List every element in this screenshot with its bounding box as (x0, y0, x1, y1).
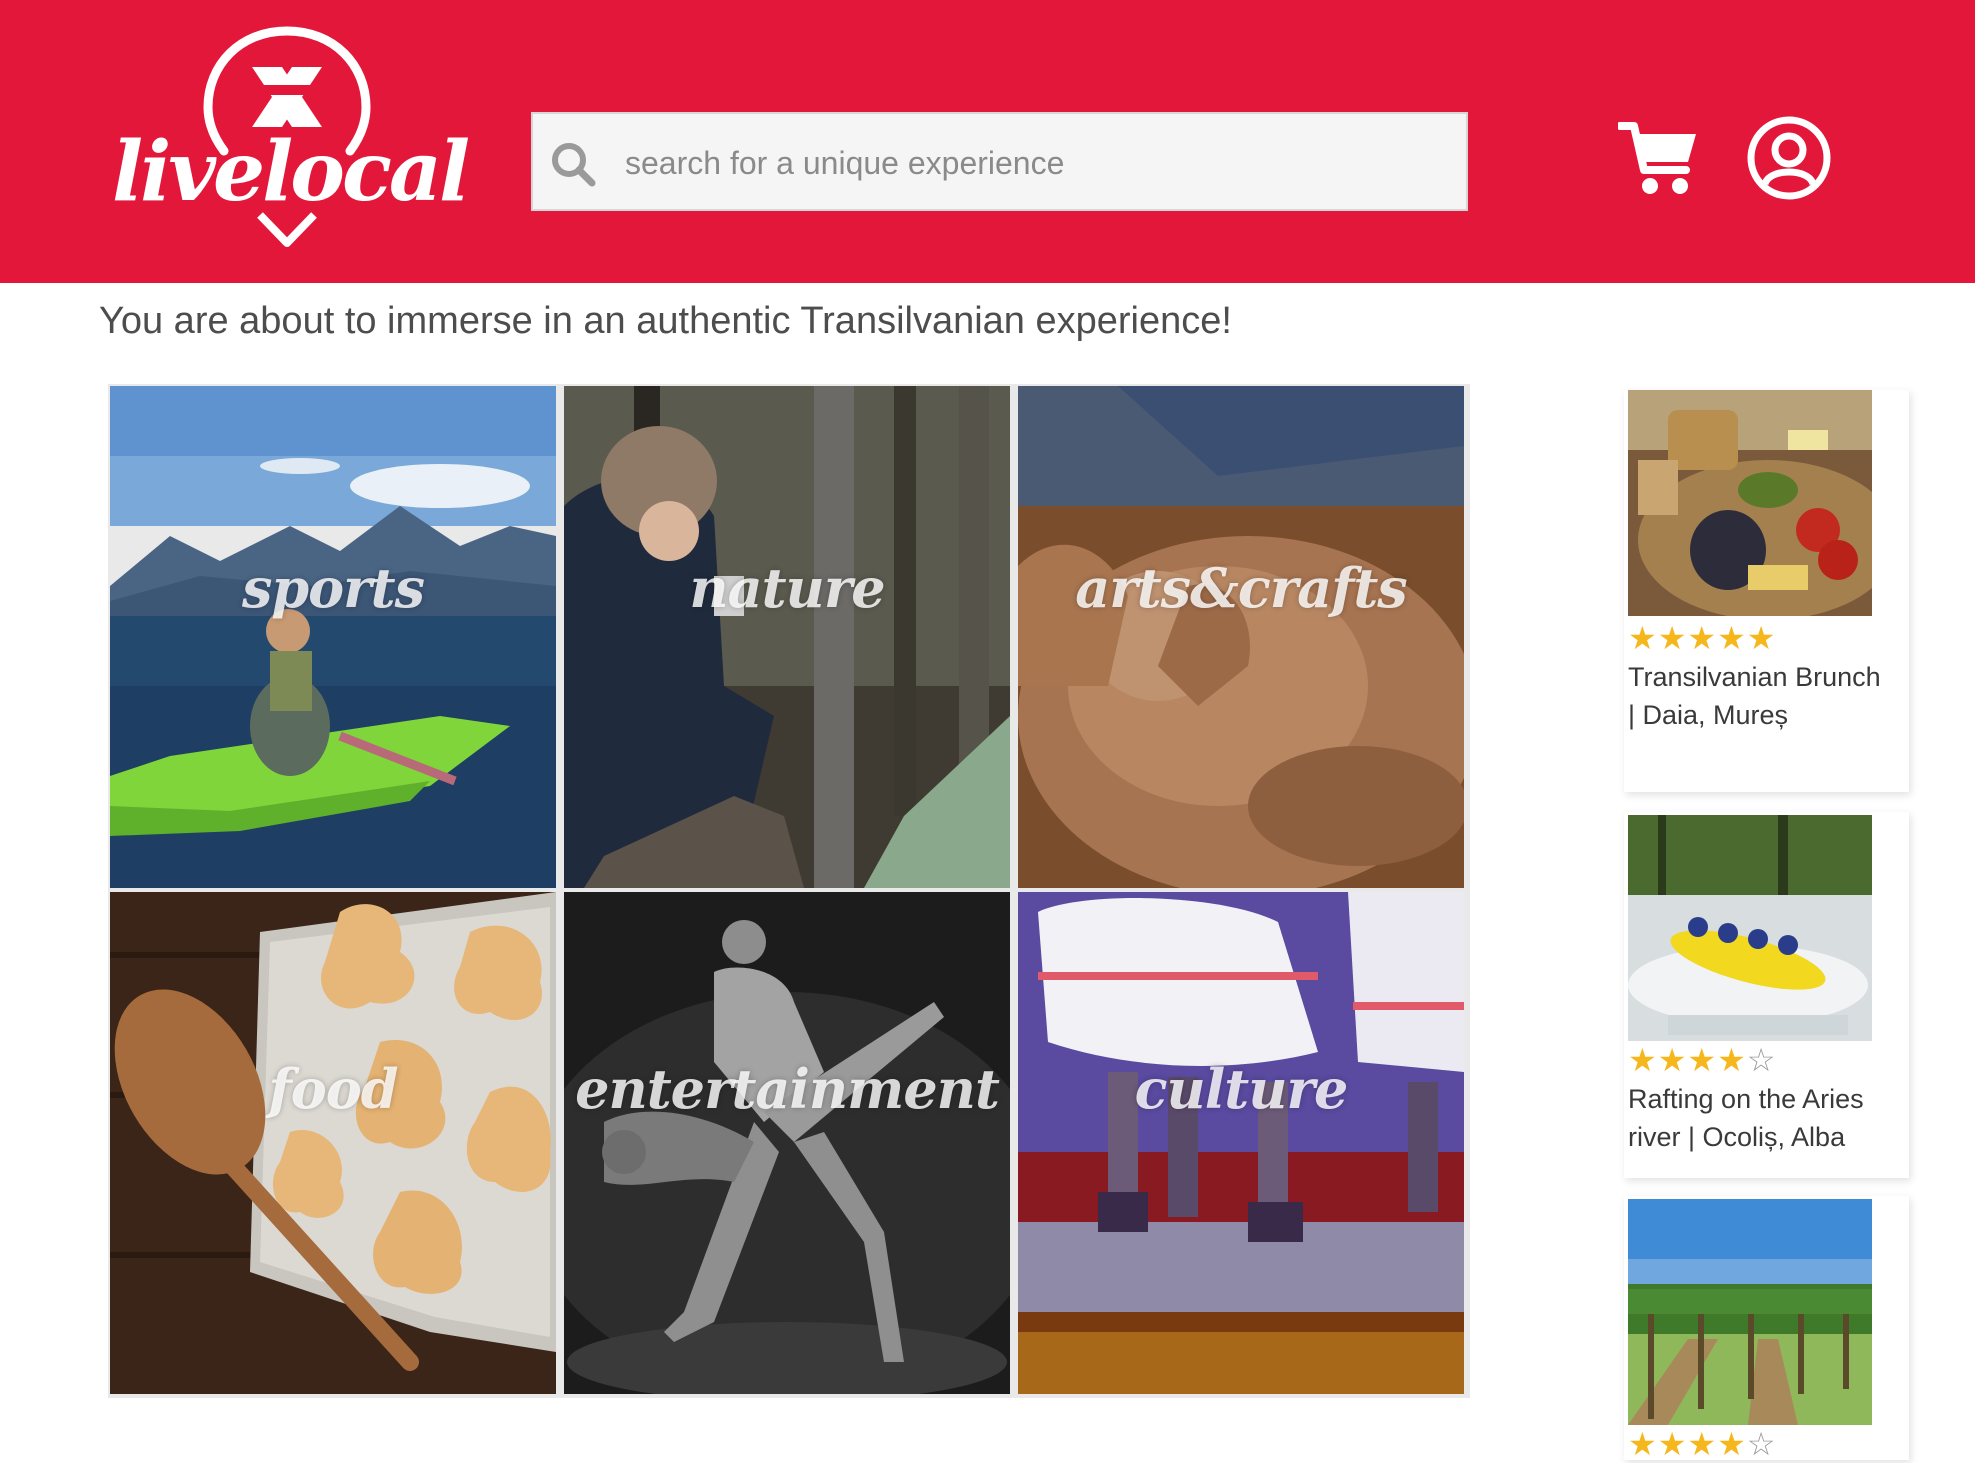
star-icon: ★ (1687, 1041, 1718, 1079)
star-icon: ★ (1657, 619, 1688, 657)
category-tile-arts-crafts[interactable]: arts&crafts (1018, 386, 1464, 888)
star-icon: ★ (1628, 619, 1658, 657)
search-icon (552, 143, 596, 187)
star-icon: ★ (1628, 1425, 1658, 1463)
livelocal-logo[interactable]: livelocal (112, 25, 470, 255)
search-input[interactable] (623, 132, 1447, 194)
category-label: sports (242, 556, 425, 620)
rating-stars: ★★★★☆ (1628, 1428, 1776, 1460)
category-label: entertainment (575, 1057, 1000, 1121)
user-account-icon[interactable] (1747, 116, 1831, 200)
experience-thumbnail (1628, 815, 1872, 1041)
star-icon: ★ (1717, 1041, 1747, 1079)
experience-card[interactable]: ★★★★☆ (1624, 1196, 1909, 1460)
experience-title: Rafting on the Aries river | Ocoliș, Alb… (1628, 1084, 1864, 1152)
star-icon: ★ (1687, 1425, 1718, 1463)
category-tile-culture[interactable]: culture (1018, 892, 1464, 1394)
category-tile-nature[interactable]: nature (564, 386, 1010, 888)
category-label: nature (689, 556, 885, 620)
category-tile-food[interactable]: food (110, 892, 556, 1394)
experience-thumbnail (1628, 390, 1872, 616)
category-grid: sports nature arts&crafts food entertain… (108, 384, 1470, 1398)
food-photo (110, 892, 556, 1394)
star-icon: ☆ (1746, 1425, 1777, 1463)
experience-card[interactable]: ★★★★☆ Rafting on the Aries river | Ocoli… (1624, 812, 1909, 1178)
star-icon: ★ (1746, 619, 1777, 657)
search-bar[interactable] (531, 112, 1468, 211)
experience-thumbnail (1628, 1199, 1872, 1425)
intro-heading: You are about to immerse in an authentic… (99, 300, 1232, 342)
rating-stars: ★★★★★ (1628, 622, 1776, 654)
star-icon: ★ (1717, 1425, 1747, 1463)
category-label: arts&crafts (1075, 556, 1407, 620)
culture-photo (1018, 892, 1464, 1394)
rating-stars: ★★★★☆ (1628, 1044, 1776, 1076)
category-tile-sports[interactable]: sports (110, 386, 556, 888)
arts-crafts-photo (1018, 386, 1464, 888)
shopping-cart-icon[interactable] (1618, 120, 1698, 198)
star-icon: ★ (1657, 1425, 1688, 1463)
experience-title: Transilvanian Brunch | Daia, Mureș (1628, 662, 1881, 730)
nature-photo (564, 386, 1010, 888)
star-icon: ★ (1717, 619, 1747, 657)
category-label: culture (1134, 1057, 1349, 1121)
logo-wordmark: livelocal (112, 124, 470, 220)
star-icon: ★ (1687, 619, 1718, 657)
star-icon: ★ (1628, 1041, 1658, 1079)
entertainment-photo (564, 892, 1010, 1394)
experience-card[interactable]: ★★★★★ Transilvanian Brunch | Daia, Mureș (1624, 390, 1909, 792)
star-icon: ☆ (1746, 1041, 1777, 1079)
sports-photo (110, 386, 556, 888)
star-icon: ★ (1657, 1041, 1688, 1079)
category-tile-entertainment[interactable]: entertainment (564, 892, 1010, 1394)
category-label: food (268, 1057, 398, 1121)
top-bar: livelocal (0, 0, 1975, 283)
